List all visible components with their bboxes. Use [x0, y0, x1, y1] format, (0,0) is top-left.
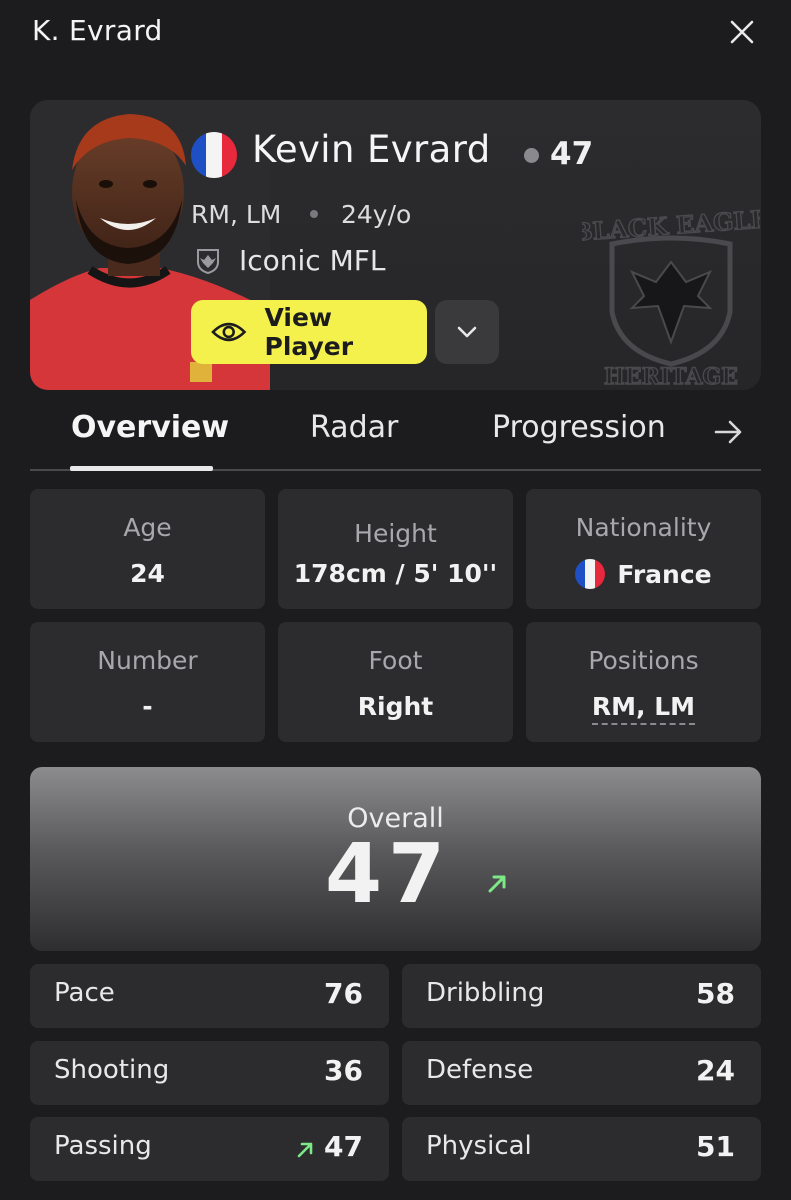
stat-label: Pace: [54, 978, 115, 1008]
active-tab-indicator: [70, 466, 213, 471]
arrow-right-icon[interactable]: [710, 414, 746, 450]
stat-defense: Defense 24: [402, 1041, 761, 1105]
club-crest-watermark: BLACK EAGLE HERITAGE: [582, 203, 760, 390]
info-nationality: Nationality France: [526, 489, 761, 609]
france-flag-icon: [575, 559, 606, 589]
player-age: 24y/o: [341, 200, 412, 229]
stat-value: 24: [696, 1054, 735, 1087]
svg-text:HERITAGE: HERITAGE: [604, 364, 738, 390]
info-label: Foot: [368, 646, 423, 675]
player-name: Kevin Evrard: [252, 128, 491, 171]
stat-value: 47: [324, 1130, 363, 1163]
more-options-button[interactable]: [435, 300, 499, 364]
info-value: 24: [130, 559, 165, 588]
info-value: Right: [357, 692, 434, 721]
player-card: BLACK EAGLE HERITAGE Kevin Evrard 47 RM,…: [30, 100, 761, 390]
rating-dot: [524, 148, 539, 163]
stat-label: Physical: [426, 1131, 532, 1161]
tab-radar[interactable]: Radar: [310, 410, 398, 445]
tab-bar: Overview Radar Progression: [30, 392, 761, 472]
separator-dot: [310, 210, 318, 218]
info-label: Positions: [588, 646, 699, 675]
info-foot: Foot Right: [278, 622, 513, 742]
info-value: -: [142, 692, 153, 721]
overall-rating-panel: Overall 47: [30, 767, 761, 951]
stat-physical: Physical 51: [402, 1117, 761, 1181]
info-label: Age: [123, 513, 172, 542]
info-value[interactable]: RM, LM: [526, 692, 761, 725]
club-crest-icon: [197, 249, 219, 274]
stat-value: 36: [324, 1054, 363, 1087]
info-label: Nationality: [575, 513, 712, 542]
info-height: Height 178cm / 5' 10'': [278, 489, 513, 609]
page-title: K. Evrard: [32, 14, 163, 47]
info-positions[interactable]: Positions RM, LM: [526, 622, 761, 742]
player-positions: RM, LM: [191, 200, 282, 229]
close-button[interactable]: [724, 14, 760, 50]
stat-shooting: Shooting 36: [30, 1041, 389, 1105]
trend-up-icon: [297, 1142, 313, 1158]
stat-pace: Pace 76: [30, 964, 389, 1028]
info-number: Number -: [30, 622, 265, 742]
view-player-label: View Player: [264, 303, 354, 361]
view-player-button[interactable]: View Player: [191, 300, 427, 364]
tab-progression[interactable]: Progression: [492, 410, 666, 445]
stat-label: Defense: [426, 1055, 534, 1085]
stat-passing: Passing 47: [30, 1117, 389, 1181]
info-label: Number: [97, 646, 198, 675]
stat-dribbling: Dribbling 58: [402, 964, 761, 1028]
trend-up-icon: [488, 875, 506, 893]
stat-value: 76: [324, 977, 363, 1010]
nationality-text: France: [617, 560, 712, 589]
stat-label: Passing: [54, 1131, 152, 1161]
top-bar: K. Evrard: [0, 0, 791, 70]
overall-value: 47: [324, 827, 452, 922]
info-value: 178cm / 5' 10'': [293, 559, 498, 588]
info-value: France: [526, 559, 761, 589]
club-name: Iconic MFL: [239, 244, 386, 277]
player-rating: 47: [550, 136, 594, 172]
chevron-down-icon: [457, 326, 477, 338]
info-age: Age 24: [30, 489, 265, 609]
stat-label: Shooting: [54, 1055, 170, 1085]
france-flag-icon: [191, 132, 237, 178]
tab-overview[interactable]: Overview: [71, 410, 229, 445]
close-icon: [730, 20, 754, 44]
stat-value: 51: [696, 1130, 735, 1163]
stat-label: Dribbling: [426, 978, 545, 1008]
positions-text[interactable]: RM, LM: [591, 692, 696, 725]
eye-icon: [211, 322, 247, 342]
stat-value: 58: [696, 977, 735, 1010]
info-label: Height: [354, 519, 437, 548]
